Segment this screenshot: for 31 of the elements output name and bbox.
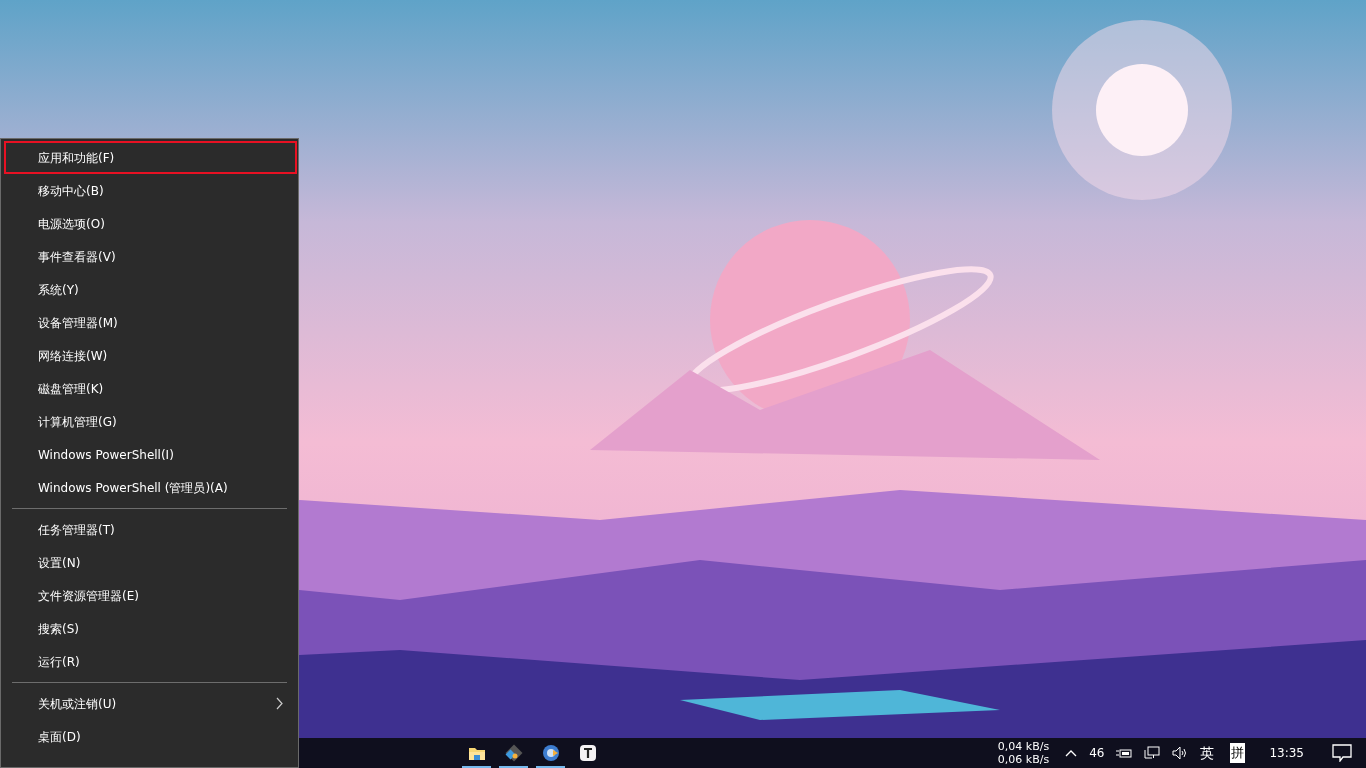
menu-item[interactable]: 运行(R) (4, 645, 297, 678)
battery-icon[interactable] (1116, 748, 1133, 758)
menu-item[interactable]: 搜索(S) (4, 612, 297, 645)
menu-item[interactable]: 设置(N) (4, 546, 297, 579)
menu-item[interactable]: 文件资源管理器(E) (4, 579, 297, 612)
speaker-icon[interactable] (1172, 746, 1189, 760)
menu-item[interactable]: 计算机管理(G) (4, 405, 297, 438)
menu-item[interactable]: 关机或注销(U) (4, 687, 297, 720)
menu-item[interactable]: 系统(Y) (4, 273, 297, 306)
notification-icon[interactable] (1332, 744, 1352, 762)
menu-item[interactable]: Windows PowerShell (管理员)(A) (4, 471, 297, 504)
language-indicator[interactable]: 英 (1200, 742, 1215, 764)
input-method-indicator[interactable]: 拼 (1230, 743, 1246, 763)
chevron-up-icon[interactable] (1065, 749, 1078, 757)
menu-item[interactable]: Windows PowerShell(I) (4, 438, 297, 471)
menu-item[interactable]: 移动中心(B) (4, 174, 297, 207)
menu-item[interactable]: 电源选项(O) (4, 207, 297, 240)
menu-item[interactable]: 设备管理器(M) (4, 306, 297, 339)
network-speed-text: 0,04 kB/s (997, 740, 1050, 753)
network-icon[interactable] (1144, 746, 1161, 760)
menu-item[interactable]: 应用和功能(F) (4, 141, 297, 174)
menu-item[interactable]: 磁盘管理(K) (4, 372, 297, 405)
clock-text[interactable]: 13:35 (1269, 744, 1304, 762)
letter-t-icon (577, 743, 598, 763)
menu-item[interactable]: 事件查看器(V) (4, 240, 297, 273)
menu-item[interactable]: 桌面(D) (4, 720, 297, 753)
circle-icon (540, 743, 561, 763)
temperature-text: 46 (1089, 745, 1105, 762)
menu-item[interactable]: 网络连接(W) (4, 339, 297, 372)
menu-item[interactable]: 任务管理器(T) (4, 513, 297, 546)
network-speed-text: 0,06 kB/s (997, 753, 1050, 766)
